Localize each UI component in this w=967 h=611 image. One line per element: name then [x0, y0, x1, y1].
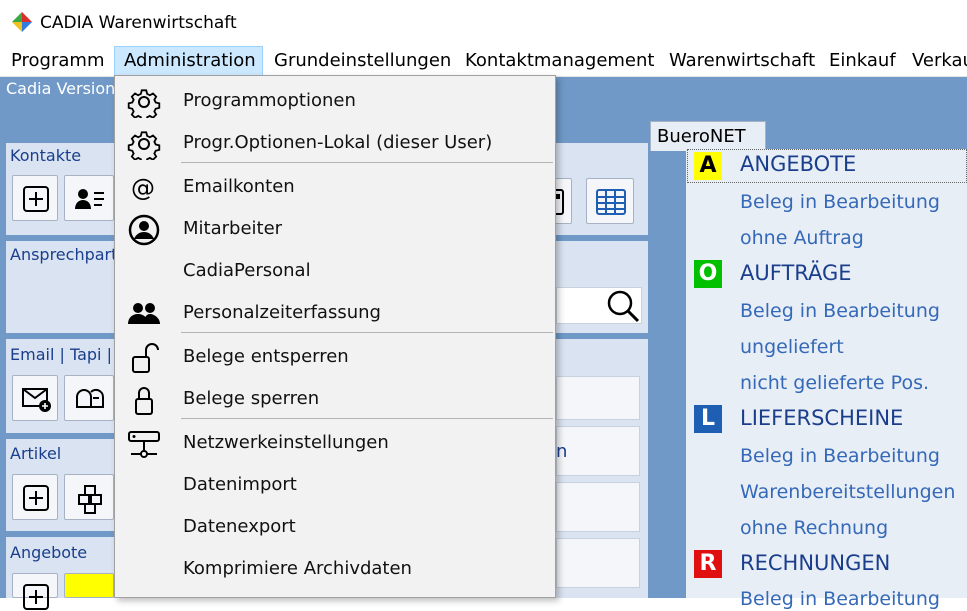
rechnungen-link-in-bearbeitung[interactable]: Beleg in Bearbeitung [740, 588, 940, 610]
menu-item-emailkonten[interactable]: @ Emailkonten [115, 166, 555, 208]
list-box-4[interactable] [556, 538, 640, 588]
lieferscheine-link-in-bearbeitung[interactable]: Beleg in Bearbeitung [740, 445, 940, 467]
section-auftraege-title[interactable]: AUFTRÄGE [740, 261, 852, 285]
list-box-3[interactable] [556, 482, 640, 532]
menu-item-label: Mitarbeiter [183, 218, 283, 239]
add-offer-button[interactable] [12, 573, 58, 610]
angebote-badge: A [694, 152, 722, 180]
menu-item-komprimiere-archivdaten[interactable]: Komprimiere Archivdaten [115, 548, 555, 590]
gear-icon [127, 89, 161, 118]
mailbox-icon [76, 388, 105, 408]
boxes-icon [78, 485, 102, 514]
add-contact-button[interactable] [12, 175, 58, 221]
auftraege-link-nicht-gelieferte[interactable]: nicht gelieferte Pos. [740, 372, 929, 394]
rechnungen-badge: R [694, 550, 722, 578]
network-icon [128, 431, 160, 458]
new-email-button[interactable] [12, 375, 58, 421]
administration-dropdown: Programmoptionen Progr.Optionen-Lokal (d… [114, 75, 556, 598]
lieferscheine-badge: L [694, 405, 722, 433]
tab-bueronet[interactable]: BueroNET [650, 121, 766, 151]
menu-warenwirtschaft[interactable]: Warenwirtschaft [669, 50, 815, 71]
people-icon [128, 303, 160, 324]
menu-item-datenimport[interactable]: Datenimport [115, 464, 555, 506]
menu-item-label: Emailkonten [183, 176, 295, 197]
menu-item-label: Belege sperren [183, 388, 320, 409]
panel-angebote-label: Angebote [10, 543, 88, 562]
plus-icon [23, 186, 49, 212]
menu-item-label: Progr.Optionen-Lokal (dieser User) [183, 132, 493, 153]
mailbox-button[interactable] [64, 375, 114, 421]
angebote-link-ohne-auftrag[interactable]: ohne Auftrag [740, 227, 864, 249]
table-icon [596, 189, 626, 215]
auftraege-link-ungeliefert[interactable]: ungeliefert [740, 336, 844, 358]
partial-text: n [556, 441, 568, 462]
list-box-2[interactable] [556, 426, 640, 476]
menu-item-personalzeiterfassung[interactable]: Personalzeiterfassung [115, 292, 555, 334]
menu-item-label: Datenimport [183, 474, 297, 495]
menu-einkauf[interactable]: Einkauf [829, 50, 896, 71]
panel-kontakte-label: Kontakte [10, 146, 82, 165]
panel-ansprechpartner-label: Ansprechpartn [10, 245, 114, 264]
menu-item-label: Belege entsperren [183, 346, 349, 367]
contact-card-button[interactable] [64, 175, 114, 221]
email-add-icon [22, 388, 51, 412]
menu-item-belege-sperren[interactable]: Belege sperren [115, 378, 555, 420]
menu-item-netzwerkeinstellungen[interactable]: Netzwerkeinstellungen [115, 422, 555, 464]
section-lieferscheine-title[interactable]: LIEFERSCHEINE [740, 406, 903, 430]
section-angebote-title[interactable]: ANGEBOTE [740, 152, 856, 176]
plus-icon [23, 584, 49, 610]
menu-item-label: Komprimiere Archivdaten [183, 558, 412, 579]
menu-item-progr-optionen-lokal[interactable]: Progr.Optionen-Lokal (dieser User) [115, 122, 555, 164]
lieferscheine-link-warenbereitstellungen[interactable]: Warenbereitstellungen [740, 481, 955, 503]
offer-badge-button[interactable] [64, 573, 114, 598]
menu-item-belege-entsperren[interactable]: Belege entsperren [115, 336, 555, 378]
contact-card-icon [75, 189, 104, 209]
menu-item-mitarbeiter[interactable]: Mitarbeiter [115, 208, 555, 250]
menu-separator [181, 332, 553, 333]
menu-programm[interactable]: Programm [11, 50, 104, 71]
lieferscheine-link-ohne-rechnung[interactable]: ohne Rechnung [740, 517, 888, 539]
menu-administration[interactable]: Administration [124, 50, 256, 71]
menu-kontaktmanagement[interactable]: Kontaktmanagement [465, 50, 654, 71]
menu-item-datenexport[interactable]: Datenexport [115, 506, 555, 548]
menu-item-label: CadiaPersonal [183, 260, 311, 281]
panel-email-tapi-label: Email | Tapi | [10, 345, 112, 364]
list-box-1[interactable] [556, 376, 640, 420]
search-icon[interactable] [606, 289, 640, 323]
menu-grundeinstellungen[interactable]: Grundeinstellungen [274, 50, 451, 71]
add-article-button[interactable] [12, 474, 58, 520]
menu-verkauf[interactable]: Verkau [912, 50, 967, 71]
at-sign-icon: @ [131, 174, 155, 202]
menu-item-label: Personalzeiterfassung [183, 302, 381, 323]
menu-separator [181, 162, 553, 163]
table-button[interactable] [586, 178, 634, 224]
section-rechnungen-title[interactable]: RECHNUNGEN [740, 551, 890, 575]
svg-text:@: @ [131, 174, 155, 202]
version-label: Cadia Version [6, 79, 116, 98]
auftraege-link-in-bearbeitung[interactable]: Beleg in Bearbeitung [740, 300, 940, 322]
unlock-icon [132, 343, 159, 373]
menu-item-label: Netzwerkeinstellungen [183, 432, 389, 453]
menu-item-label: Datenexport [183, 516, 296, 537]
app-logo-icon [12, 12, 32, 32]
window-title: CADIA Warenwirtschaft [40, 13, 237, 33]
auftraege-badge: O [694, 260, 722, 288]
menu-separator [181, 418, 553, 419]
panel-artikel-label: Artikel [10, 444, 62, 463]
angebote-link-in-bearbeitung[interactable]: Beleg in Bearbeitung [740, 191, 940, 213]
lock-icon [135, 387, 153, 415]
articles-button[interactable] [64, 474, 114, 520]
menu-item-programmoptionen[interactable]: Programmoptionen [115, 80, 555, 122]
menu-item-cadiapersonal[interactable]: CadiaPersonal [115, 250, 555, 292]
menu-item-label: Programmoptionen [183, 90, 356, 111]
user-circle-icon [128, 214, 160, 246]
plus-icon [23, 485, 49, 511]
gear-icon [127, 131, 161, 160]
